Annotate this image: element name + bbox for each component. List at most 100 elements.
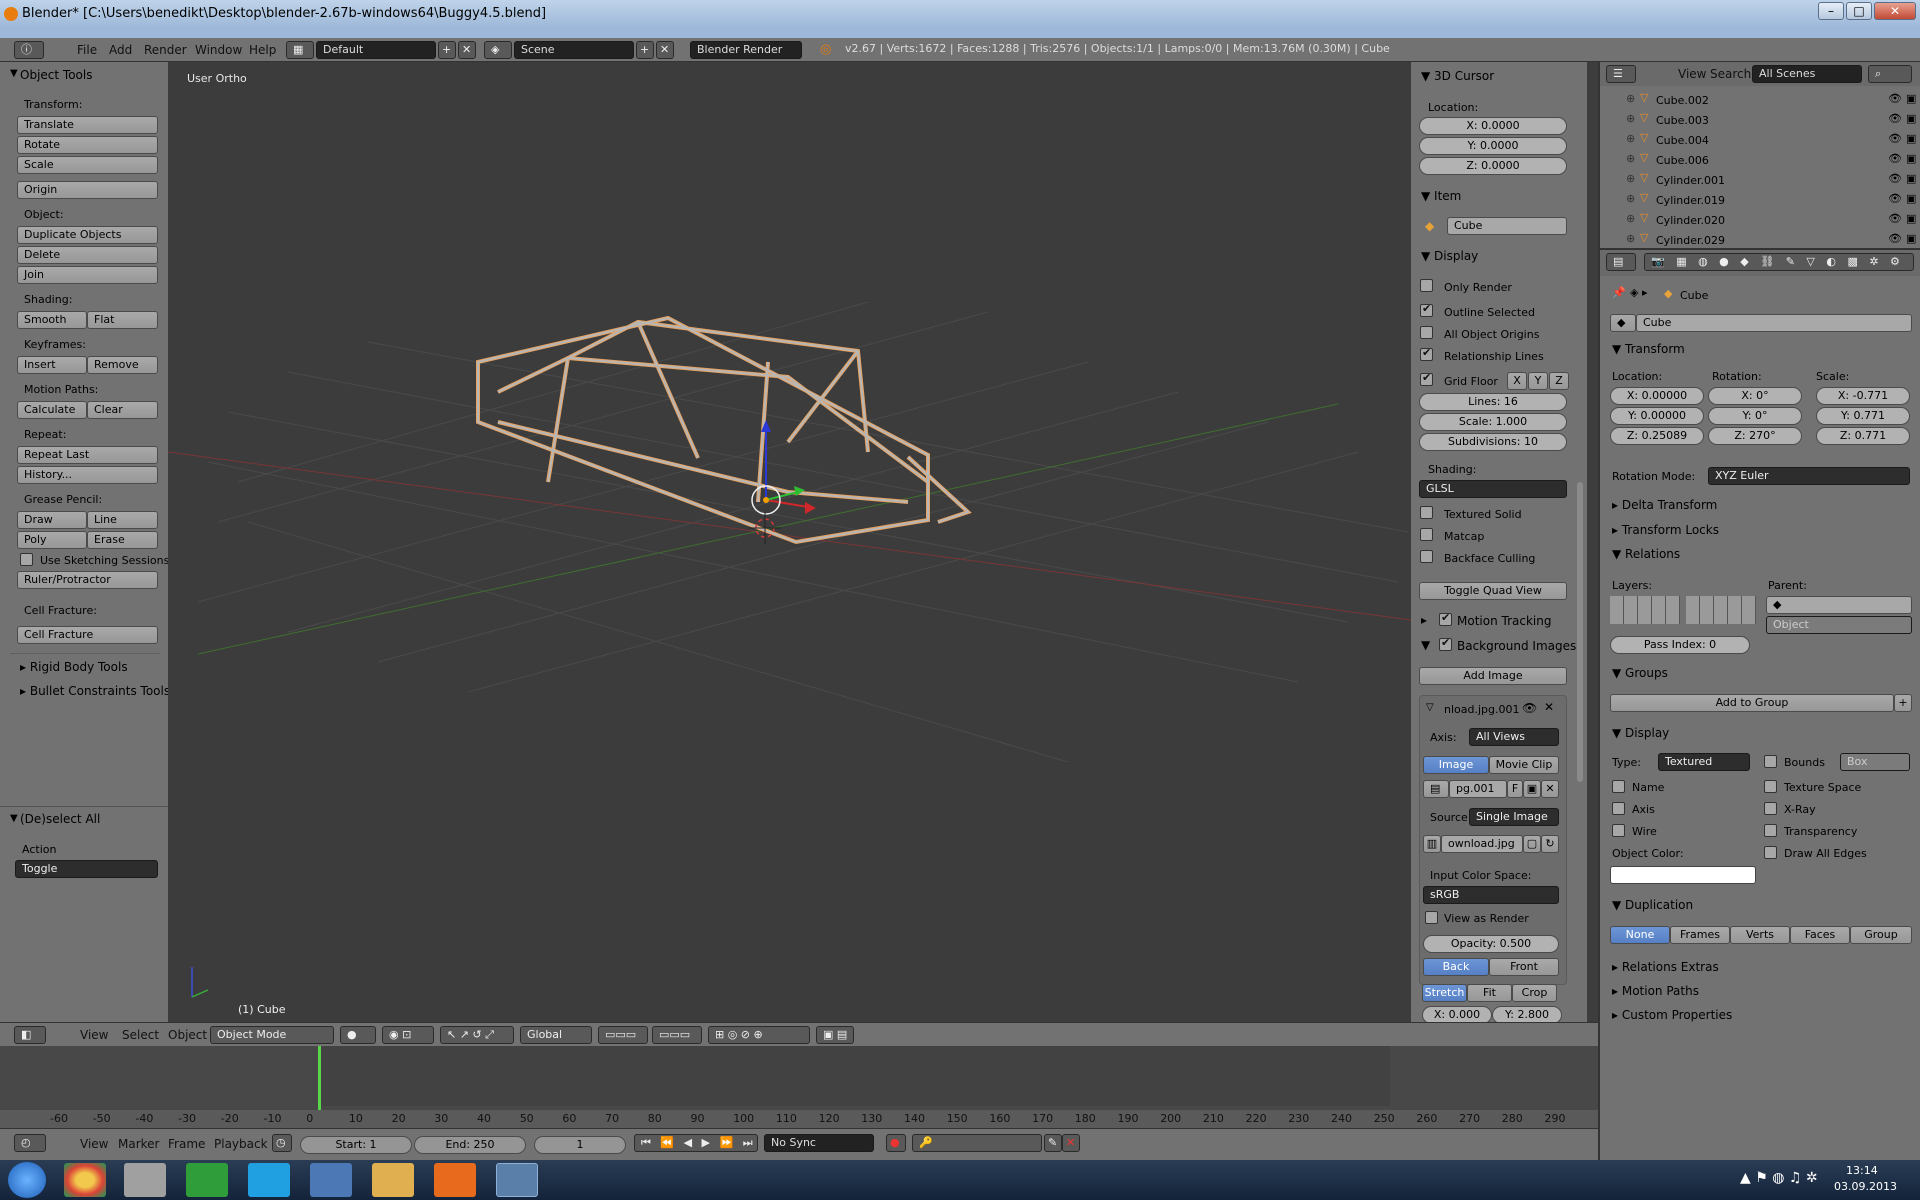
outliner-item-name[interactable]: Cube.002: [1656, 94, 1709, 107]
background-images-panel[interactable]: ▼: [1421, 638, 1430, 652]
background-images-checkbox[interactable]: [1439, 636, 1452, 651]
item-panel[interactable]: ▼ Item: [1421, 189, 1461, 203]
chrome-icon[interactable]: [64, 1163, 106, 1197]
display-mode-dropdown[interactable]: All Scenes: [1752, 65, 1862, 83]
editor-type-info[interactable]: ⓘ: [14, 41, 44, 59]
render-icons[interactable]: ▣ ▤: [816, 1026, 854, 1044]
grid-y-toggle[interactable]: Y: [1528, 372, 1548, 390]
texture-space-checkbox[interactable]: [1764, 780, 1777, 793]
menu-file[interactable]: File: [77, 43, 97, 57]
minimize-button[interactable]: –: [1818, 2, 1844, 20]
action-dropdown[interactable]: Toggle: [15, 860, 158, 878]
render-engine-selector[interactable]: Blender Render: [690, 41, 802, 59]
offset-x-field[interactable]: X: 0.000: [1422, 1006, 1492, 1022]
scene-selector[interactable]: Scene: [514, 41, 634, 59]
layer-buttons-2[interactable]: ▭▭▭: [652, 1026, 702, 1044]
outliner-item-name[interactable]: Cube.003: [1656, 114, 1709, 127]
opacity-slider[interactable]: Opacity: 0.500: [1423, 935, 1559, 953]
cursor-x-field[interactable]: X: 0.0000: [1419, 117, 1567, 135]
history-button[interactable]: History...: [17, 466, 158, 484]
all-origins-checkbox[interactable]: [1420, 326, 1433, 339]
repeat-last-button[interactable]: Repeat Last: [17, 446, 158, 464]
timeline-menu-frame[interactable]: Frame: [168, 1137, 205, 1151]
visibility-eye-icon[interactable]: 👁: [1888, 152, 1902, 165]
editor-type-properties-icon[interactable]: ▤: [1606, 253, 1636, 271]
cell-fracture-button[interactable]: Cell Fracture: [17, 626, 158, 644]
render-toggle-icon[interactable]: ▣: [1906, 92, 1916, 105]
outliner-row[interactable]: ⊕ ▽ Cube.004 👁 ▣: [1600, 130, 1920, 150]
grid-subdivisions-field[interactable]: Subdivisions: 10: [1419, 433, 1567, 451]
pin-icon[interactable]: 📌: [1612, 286, 1626, 299]
motion-tracking-checkbox[interactable]: [1439, 611, 1452, 626]
rotate-button[interactable]: Rotate: [17, 136, 158, 154]
grid-floor-checkbox[interactable]: [1420, 371, 1433, 386]
bullet-constraints-panel[interactable]: ▸ Bullet Constraints Tools: [20, 684, 170, 698]
expand-icon[interactable]: ⊕: [1626, 212, 1635, 225]
render-toggle-icon[interactable]: ▣: [1906, 152, 1916, 165]
rotation-y-field[interactable]: Y: 0°: [1708, 407, 1802, 425]
custom-properties-panel[interactable]: ▸ Custom Properties: [1612, 1008, 1732, 1022]
add-layout-icon[interactable]: +: [438, 41, 456, 59]
draw-all-edges-checkbox[interactable]: [1764, 846, 1777, 859]
collapse-triangle-icon[interactable]: ▼: [10, 813, 18, 824]
current-frame-cursor[interactable]: [318, 1046, 321, 1110]
scale-y-field[interactable]: Y: 0.771: [1816, 407, 1910, 425]
location-z-field[interactable]: Z: 0.25089: [1610, 427, 1704, 445]
3d-cursor-panel[interactable]: ▼ 3D Cursor: [1421, 69, 1494, 83]
scale-button[interactable]: Scale: [17, 156, 158, 174]
preview-range-icon[interactable]: ◷: [272, 1134, 292, 1152]
wire-checkbox[interactable]: [1612, 824, 1625, 837]
menu-window[interactable]: Window: [195, 43, 242, 57]
expand-icon[interactable]: ⊕: [1626, 92, 1635, 105]
menu-help[interactable]: Help: [249, 43, 276, 57]
sketching-checkbox[interactable]: [20, 553, 33, 566]
rotation-z-field[interactable]: Z: 270°: [1708, 427, 1802, 445]
cursor-z-field[interactable]: Z: 0.0000: [1419, 157, 1567, 175]
rigid-body-tools-panel[interactable]: ▸ Rigid Body Tools: [20, 660, 128, 674]
gizmo-x-arrow-icon[interactable]: [805, 502, 816, 514]
render-toggle-icon[interactable]: ▣: [1906, 192, 1916, 205]
item-name-field[interactable]: Cube: [1447, 217, 1567, 235]
add-image-button[interactable]: Add Image: [1419, 667, 1567, 685]
visibility-eye-icon[interactable]: 👁: [1888, 132, 1902, 145]
menu-select[interactable]: Select: [122, 1028, 159, 1042]
insert-keyframe-button[interactable]: Insert: [17, 356, 87, 374]
transform-panel[interactable]: ▼ Transform: [1612, 342, 1685, 356]
sidebar-scrollbar[interactable]: [1577, 482, 1583, 782]
dup-none-toggle[interactable]: None: [1610, 926, 1670, 944]
xray-checkbox[interactable]: [1764, 802, 1777, 815]
relations-panel[interactable]: ▼ Relations: [1612, 547, 1680, 561]
monitor-icon[interactable]: [310, 1163, 352, 1197]
record-icon[interactable]: ●: [886, 1134, 906, 1152]
keying-set-field[interactable]: 🔑: [912, 1134, 1042, 1152]
screen-layout-icon[interactable]: ▦: [286, 41, 314, 59]
close-button[interactable]: ✕: [1874, 2, 1916, 20]
object-name-field[interactable]: Cube: [1636, 314, 1912, 332]
expand-icon[interactable]: ⊕: [1626, 132, 1635, 145]
eye-icon[interactable]: 👁: [1522, 701, 1537, 715]
outliner-menu-search[interactable]: Search: [1710, 67, 1751, 81]
skype-icon[interactable]: [248, 1163, 290, 1197]
front-toggle[interactable]: Front: [1489, 958, 1559, 976]
snap-tools-icons[interactable]: ⊞ ◎ ⊘ ⊕: [708, 1026, 810, 1044]
current-frame-field[interactable]: 1: [534, 1136, 626, 1154]
computer-icon[interactable]: [124, 1163, 166, 1197]
delete-button[interactable]: Delete: [17, 246, 158, 264]
expand-icon[interactable]: ⊕: [1626, 232, 1635, 245]
visibility-eye-icon[interactable]: 👁: [1888, 212, 1902, 225]
motion-tracking-panel[interactable]: ▸: [1421, 613, 1427, 627]
outliner-item-name[interactable]: Cylinder.029: [1656, 234, 1725, 247]
parent-field[interactable]: ◆: [1766, 596, 1912, 614]
origin-button[interactable]: Origin: [17, 181, 158, 199]
outliner-row[interactable]: ⊕ ▽ Cube.002 👁 ▣: [1600, 90, 1920, 110]
folder-icon[interactable]: ▢: [1523, 835, 1541, 853]
menu-render[interactable]: Render: [144, 43, 187, 57]
timeline-menu-playback[interactable]: Playback: [214, 1137, 268, 1151]
display-panel[interactable]: ▼ Display: [1612, 726, 1669, 740]
delete-keyframe-icon[interactable]: ✕: [1062, 1134, 1080, 1152]
matcap-checkbox[interactable]: [1420, 528, 1433, 541]
bounds-type-dropdown[interactable]: Box: [1840, 753, 1910, 771]
start-frame-field[interactable]: Start: 1: [300, 1136, 412, 1154]
timeline-editor[interactable]: -60 -50 -40 -30 -20 -10 0 10 20 30 40 50 60 70 80 90 100…: [0, 1046, 1598, 1138]
mode-dropdown[interactable]: Object Mode: [210, 1026, 334, 1044]
